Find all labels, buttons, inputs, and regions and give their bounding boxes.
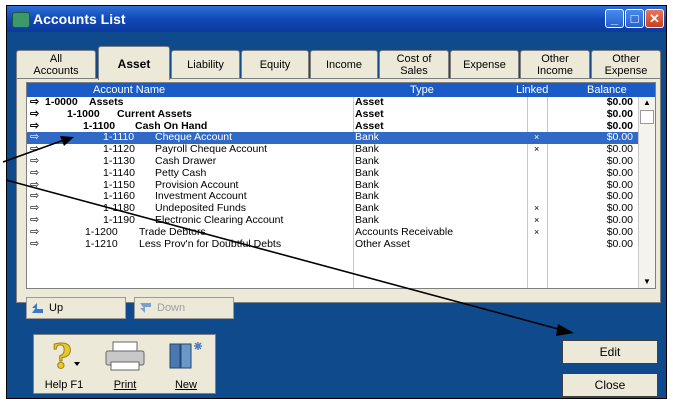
tab-other-expense[interactable]: Other Expense <box>591 50 661 79</box>
account-type-tabs: All Accounts Asset Liability Equity Income Co… <box>16 46 661 80</box>
tab-expense[interactable]: Expense <box>450 50 519 79</box>
printer-icon <box>105 341 145 371</box>
scroll-up-icon[interactable]: ▲ <box>639 97 655 109</box>
grid-scrollbar[interactable]: ▲ ▼ <box>638 97 655 288</box>
column-linked[interactable]: Linked <box>516 84 548 96</box>
up-label: Up <box>49 302 64 314</box>
new-button[interactable]: New <box>156 335 216 395</box>
account-type: Other Asset <box>355 237 410 250</box>
up-arrow-icon <box>32 303 43 313</box>
account-number: 1-1140 <box>103 166 135 179</box>
print-label: Print <box>113 379 137 391</box>
account-type: Bank <box>355 166 379 179</box>
edit-button[interactable]: Edit <box>562 340 658 364</box>
account-number: 1-1200 <box>85 225 118 238</box>
linked-marker: × <box>534 144 540 155</box>
account-balance: $0.00 <box>606 107 633 120</box>
account-balance: $0.00 <box>606 154 633 167</box>
tab-all-accounts[interactable]: All Accounts <box>16 50 96 79</box>
tab-label: Liability <box>187 59 224 71</box>
table-row[interactable]: ⇨ 1-1190 Electronic Clearing Account Bank × $… <box>27 213 655 227</box>
svg-text:?: ? <box>52 338 72 372</box>
account-type: Bank <box>355 154 379 167</box>
account-balance: $0.00 <box>606 213 633 226</box>
row-arrow-icon[interactable]: ⇨ <box>30 167 39 180</box>
grid-rows: ⇨ 1-0000 Assets Asset $0.00 ⇨ 1-1000 Current As… <box>27 96 655 251</box>
linked-marker: × <box>534 214 540 225</box>
down-button[interactable]: Down <box>134 297 234 319</box>
tab-label: Other Expense <box>604 53 648 77</box>
tab-label: Other Income <box>536 53 574 77</box>
down-label: Down <box>157 302 186 314</box>
linked-marker: × <box>534 203 540 214</box>
tab-cost-of-sales[interactable]: Cost of Sales <box>379 50 449 79</box>
linked-marker: × <box>534 132 540 143</box>
account-number: 1-1130 <box>103 154 135 167</box>
account-type: Accounts Receivable <box>355 225 454 238</box>
help-icon: ? <box>52 338 80 372</box>
account-number: 1-1210 <box>85 237 118 250</box>
column-balance[interactable]: Balance <box>587 84 627 96</box>
account-name: Less Prov'n for Doubtful Debts <box>139 237 282 250</box>
app-icon <box>12 12 30 28</box>
tab-other-income[interactable]: Other Income <box>520 50 590 79</box>
tab-equity[interactable]: Equity <box>241 50 309 79</box>
account-name: Trade Debtors <box>139 225 206 238</box>
accounts-panel: Account Name Type Linked Balance ⇨ 1-0000… <box>16 78 661 319</box>
tab-income[interactable]: Income <box>310 50 378 79</box>
tab-label: All Accounts <box>33 53 79 77</box>
maximize-button[interactable]: □ <box>625 9 644 28</box>
table-row[interactable]: ⇨ 1-1130 Cash Drawer Bank $0.00 <box>27 154 655 168</box>
table-row[interactable]: ⇨ 1-1140 Petty Cash Bank $0.00 <box>27 166 655 180</box>
row-arrow-icon[interactable]: ⇨ <box>30 108 39 121</box>
accounts-grid: Account Name Type Linked Balance ⇨ 1-0000… <box>26 82 656 289</box>
account-name: Current Assets <box>117 107 192 120</box>
down-arrow-icon <box>140 303 151 313</box>
up-button[interactable]: Up <box>26 297 126 319</box>
tab-label: Income <box>325 59 363 71</box>
new-account-icon <box>169 342 202 369</box>
table-row[interactable]: ⇨ 1-1200 Trade Debtors Accounts Receivable ×… <box>27 225 655 239</box>
help-button[interactable]: ? Help F1 <box>34 335 94 395</box>
account-balance: $0.00 <box>606 166 633 179</box>
help-label: Help F1 <box>44 379 84 391</box>
row-arrow-icon[interactable]: ⇨ <box>30 238 39 251</box>
column-type[interactable]: Type <box>410 84 434 96</box>
scroll-down-icon[interactable]: ▼ <box>639 276 655 288</box>
account-name: Electronic Clearing Account <box>155 213 284 226</box>
title-bar[interactable]: Accounts List _ □ ✕ <box>7 6 666 32</box>
account-number: 1-1000 <box>67 107 100 120</box>
tab-label: Cost of Sales <box>396 53 432 77</box>
tab-label: Equity <box>259 59 291 71</box>
linked-marker: × <box>534 226 540 237</box>
row-arrow-icon[interactable]: ⇨ <box>30 155 39 168</box>
tab-liability[interactable]: Liability <box>171 50 240 79</box>
account-balance: $0.00 <box>606 225 633 238</box>
tab-label: Asset <box>117 56 151 71</box>
new-label: New <box>174 379 197 391</box>
table-row[interactable]: ⇨ 1-1000 Current Assets Asset $0.00 <box>27 107 655 121</box>
account-balance: $0.00 <box>606 237 633 250</box>
window-title: Accounts List <box>33 11 126 27</box>
account-number: 1-1190 <box>103 213 135 226</box>
grid-header: Account Name Type Linked Balance <box>27 83 655 97</box>
print-button[interactable]: Print <box>95 335 155 395</box>
account-name: Cash Drawer <box>155 154 217 167</box>
tab-label: Expense <box>463 59 506 71</box>
close-button[interactable]: Close <box>562 373 658 397</box>
account-type: Asset <box>355 107 384 120</box>
row-arrow-icon[interactable]: ⇨ <box>30 226 39 239</box>
minimize-button[interactable]: _ <box>605 9 624 28</box>
toolbar: ? Help F1 Print New <box>33 334 216 394</box>
account-name: Petty Cash <box>155 166 207 179</box>
close-window-button[interactable]: ✕ <box>645 9 664 28</box>
column-account-name[interactable]: Account Name <box>93 84 165 96</box>
row-arrow-icon[interactable]: ⇨ <box>30 214 39 227</box>
table-row[interactable]: ⇨ 1-1210 Less Prov'n for Doubtful Debts Oth… <box>27 237 655 251</box>
account-type: Bank <box>355 213 379 226</box>
tab-asset[interactable]: Asset <box>98 46 170 80</box>
scroll-thumb[interactable] <box>640 110 654 124</box>
